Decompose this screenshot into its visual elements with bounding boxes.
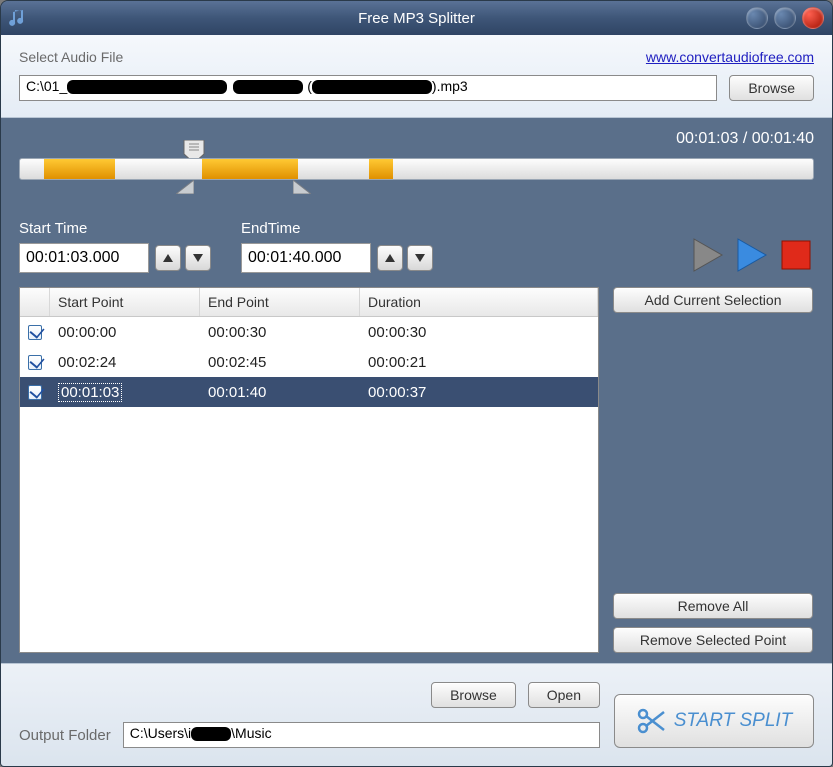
waveform-track[interactable]	[19, 158, 814, 208]
browse-output-button[interactable]: Browse	[431, 682, 516, 708]
app-icon	[9, 8, 29, 28]
file-panel: Select Audio File www.convertaudiofree.c…	[1, 35, 832, 118]
website-link[interactable]: www.convertaudiofree.com	[646, 49, 814, 65]
window-controls	[746, 7, 824, 29]
minimize-button[interactable]	[746, 7, 768, 29]
selection-start-handle[interactable]	[176, 180, 194, 194]
start-split-button[interactable]: START SPLIT	[614, 694, 814, 748]
end-time-group: EndTime	[241, 220, 433, 273]
remove-selected-button[interactable]: Remove Selected Point	[613, 627, 813, 653]
play-selection-button[interactable]	[734, 237, 770, 273]
time-display: 00:01:03 / 00:01:40	[19, 130, 814, 148]
close-button[interactable]	[802, 7, 824, 29]
start-time-down[interactable]	[185, 245, 211, 271]
add-selection-button[interactable]: Add Current Selection	[613, 287, 813, 313]
table-actions: Add Current Selection Remove All Remove …	[613, 287, 813, 653]
end-time-up[interactable]	[377, 245, 403, 271]
end-time-input[interactable]	[241, 243, 371, 273]
cell-start: 00:02:24	[50, 350, 200, 375]
output-folder-label: Output Folder	[19, 727, 111, 744]
remove-all-button[interactable]: Remove All	[613, 593, 813, 619]
track-segment	[369, 159, 393, 179]
scissors-icon	[636, 706, 666, 736]
output-panel: Browse Open Output Folder C:\Users\i\Mus…	[1, 663, 832, 766]
row-checkbox[interactable]	[28, 385, 42, 400]
cell-duration: 00:00:37	[360, 380, 598, 405]
row-checkbox[interactable]	[28, 325, 42, 340]
editor-panel: 00:01:03 / 00:01:40 Start Time	[1, 118, 832, 663]
table-row[interactable]: 00:01:0300:01:4000:00:37	[20, 377, 598, 407]
playback-controls	[690, 237, 814, 273]
cell-end: 00:00:30	[200, 320, 360, 345]
file-path-input[interactable]: C:\01_().mp3	[19, 75, 717, 101]
maximize-button[interactable]	[774, 7, 796, 29]
stop-button[interactable]	[778, 237, 814, 273]
cell-duration: 00:00:30	[360, 320, 598, 345]
table-row[interactable]: 00:00:0000:00:3000:00:30	[20, 317, 598, 347]
end-time-down[interactable]	[407, 245, 433, 271]
table-row[interactable]: 00:02:2400:02:4500:00:21	[20, 347, 598, 377]
app-window: Free MP3 Splitter Select Audio File www.…	[0, 0, 833, 767]
table-header: Start Point End Point Duration	[20, 288, 598, 317]
col-duration[interactable]: Duration	[360, 288, 598, 316]
selections-table: Start Point End Point Duration 00:00:000…	[19, 287, 599, 653]
content: Select Audio File www.convertaudiofree.c…	[1, 35, 832, 766]
col-end[interactable]: End Point	[200, 288, 360, 316]
track-segment	[44, 159, 115, 179]
window-title: Free MP3 Splitter	[358, 10, 475, 27]
cell-duration: 00:00:21	[360, 350, 598, 375]
track-bar[interactable]	[19, 158, 814, 180]
col-check[interactable]	[20, 288, 50, 316]
col-start[interactable]: Start Point	[50, 288, 200, 316]
selection-end-handle[interactable]	[293, 180, 311, 194]
output-folder-input[interactable]: C:\Users\i\Music	[123, 722, 600, 748]
open-output-button[interactable]: Open	[528, 682, 600, 708]
select-file-label: Select Audio File	[19, 49, 123, 65]
titlebar[interactable]: Free MP3 Splitter	[1, 1, 832, 35]
row-checkbox[interactable]	[28, 355, 42, 370]
cell-end: 00:02:45	[200, 350, 360, 375]
start-time-up[interactable]	[155, 245, 181, 271]
redacted-text	[67, 80, 227, 94]
track-segment	[202, 159, 297, 179]
start-time-input[interactable]	[19, 243, 149, 273]
cell-start: 00:00:00	[50, 320, 200, 345]
table-body: 00:00:0000:00:3000:00:3000:02:2400:02:45…	[20, 317, 598, 652]
redacted-text	[191, 727, 231, 741]
browse-file-button[interactable]: Browse	[729, 75, 814, 101]
redacted-text	[233, 80, 303, 94]
redacted-text	[312, 80, 432, 94]
play-button[interactable]	[690, 237, 726, 273]
end-time-label: EndTime	[241, 220, 433, 237]
cell-end: 00:01:40	[200, 380, 360, 405]
start-time-label: Start Time	[19, 220, 211, 237]
start-time-group: Start Time	[19, 220, 211, 273]
cell-start: 00:01:03	[50, 380, 200, 405]
